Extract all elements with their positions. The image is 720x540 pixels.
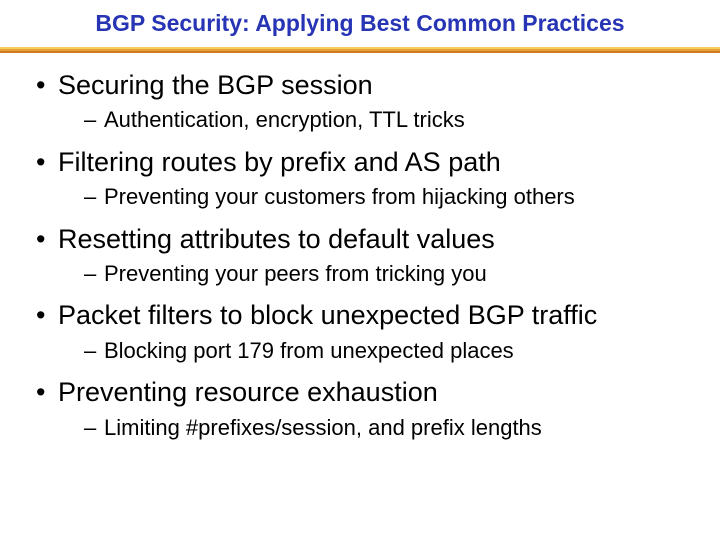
sub-list: Preventing your customers from hijacking… xyxy=(58,182,690,212)
sub-item: Preventing your customers from hijacking… xyxy=(58,182,690,212)
bullet-text: Resetting attributes to default values xyxy=(58,224,495,254)
bullet-list: Securing the BGP session Authentication,… xyxy=(30,67,690,443)
bullet-text: Filtering routes by prefix and AS path xyxy=(58,147,501,177)
sub-list: Authentication, encryption, TTL tricks xyxy=(58,105,690,135)
bullet-text: Packet filters to block unexpected BGP t… xyxy=(58,300,597,330)
slide: BGP Security: Applying Best Common Pract… xyxy=(0,0,720,540)
list-item: Packet filters to block unexpected BGP t… xyxy=(30,297,690,366)
sub-list: Blocking port 179 from unexpected places xyxy=(58,336,690,366)
sub-list: Limiting #prefixes/session, and prefix l… xyxy=(58,413,690,443)
list-item: Filtering routes by prefix and AS path P… xyxy=(30,144,690,213)
sub-item: Authentication, encryption, TTL tricks xyxy=(58,105,690,135)
bullet-text: Securing the BGP session xyxy=(58,70,373,100)
list-item: Securing the BGP session Authentication,… xyxy=(30,67,690,136)
list-item: Preventing resource exhaustion Limiting … xyxy=(30,374,690,443)
title-divider xyxy=(0,47,720,53)
sub-item: Preventing your peers from tricking you xyxy=(58,259,690,289)
sub-item: Blocking port 179 from unexpected places xyxy=(58,336,690,366)
sub-list: Preventing your peers from tricking you xyxy=(58,259,690,289)
list-item: Resetting attributes to default values P… xyxy=(30,221,690,290)
sub-item: Limiting #prefixes/session, and prefix l… xyxy=(58,413,690,443)
slide-title: BGP Security: Applying Best Common Pract… xyxy=(0,10,720,47)
bullet-text: Preventing resource exhaustion xyxy=(58,377,438,407)
slide-body: Securing the BGP session Authentication,… xyxy=(0,67,720,443)
